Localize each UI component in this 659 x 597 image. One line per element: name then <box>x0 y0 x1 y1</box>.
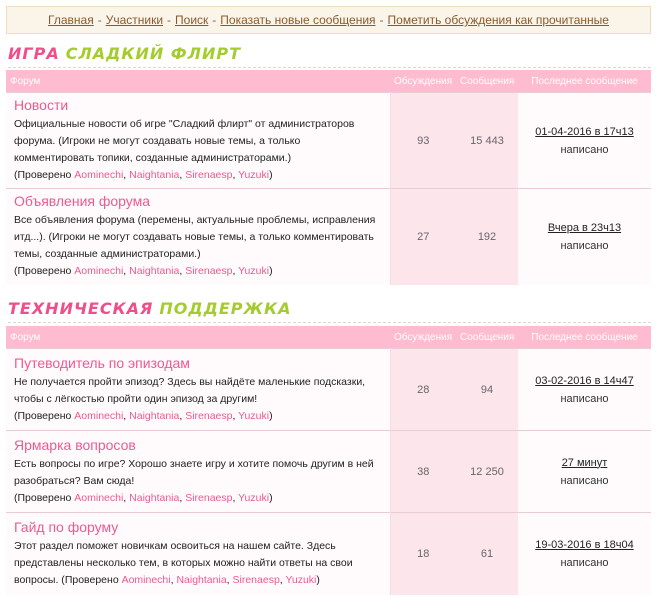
forum-title-link[interactable]: Гайд по форуму <box>14 519 384 535</box>
forum-table-game: Форум Обсуждения Сообщения Последнее соо… <box>6 70 651 285</box>
category-title-word2: поддержка <box>159 299 292 318</box>
category-title-support: Техническая поддержка <box>8 299 651 323</box>
forum-description: Официальные новости об игре "Сладкий фли… <box>14 118 355 181</box>
col-header-last: Последнее сообщение <box>518 326 651 349</box>
last-post-author-label: написано <box>560 556 609 569</box>
last-post: 03-02-2016 в 14ч47 написано <box>518 348 651 431</box>
nav-new-posts-link[interactable]: Показать новые сообщения <box>220 13 375 27</box>
forum-row: Объявления форума Все объявления форума … <box>6 188 651 285</box>
forum-info: Гайд по форуму Этот раздел поможет нович… <box>6 512 391 595</box>
forum-title-link[interactable]: Ярмарка вопросов <box>14 437 384 453</box>
forum-info: Ярмарка вопросов Есть вопросы по игре? Х… <box>6 430 391 513</box>
moderator-link[interactable]: Sirenaesp <box>185 492 232 504</box>
col-header-topics: Обсуждения <box>390 70 456 93</box>
forum-description: Не получается пройти эпизод? Здесь вы на… <box>14 375 366 422</box>
nav-search-link[interactable]: Поиск <box>175 13 208 27</box>
moderator-link[interactable]: Naightania <box>129 410 179 422</box>
nav-members-link[interactable]: Участники <box>106 13 163 27</box>
forum-description: Есть вопросы по игре? Хорошо знаете игру… <box>14 457 374 504</box>
last-post-link[interactable]: 19-03-2016 в 18ч04 <box>535 539 633 551</box>
forum-row: Путеводитель по эпизодам Не получается п… <box>6 348 651 431</box>
moderator-link[interactable]: Sirenaesp <box>185 169 232 181</box>
posts-count: 94 <box>456 348 518 431</box>
forum-title-link[interactable]: Объявления форума <box>14 193 384 209</box>
category-title-word2: Сладкий флирт <box>65 44 241 63</box>
moderator-link[interactable]: Yuzuki <box>238 265 269 277</box>
last-post-author-label: написано <box>560 392 609 405</box>
moderator-link[interactable]: Yuzuki <box>238 169 269 181</box>
moderator-link[interactable]: Sirenaesp <box>185 265 232 277</box>
last-post: 01-04-2016 в 17ч13 написано <box>518 92 651 189</box>
forum-info: Объявления форума Все объявления форума … <box>6 188 391 285</box>
last-post: Вчера в 23ч13 написано <box>518 188 651 285</box>
category-title-word1: Техническая <box>8 299 154 318</box>
forum-description: Все объявления форума (перемены, актуаль… <box>14 214 376 278</box>
moderator-link[interactable]: Sirenaesp <box>185 410 232 422</box>
nav-separator: - <box>212 13 217 27</box>
table-header-row: Форум Обсуждения Сообщения Последнее соо… <box>6 70 651 93</box>
moderator-link[interactable]: Aominechi <box>74 265 123 277</box>
forum-info: Новости Официальные новости об игре "Сла… <box>6 92 391 189</box>
forum-description: Этот раздел поможет новичкам освоиться н… <box>14 539 353 586</box>
forum-row: Гайд по форуму Этот раздел поможет нович… <box>6 512 651 595</box>
forum-info: Путеводитель по эпизодам Не получается п… <box>6 348 391 431</box>
topics-count: 18 <box>390 512 456 595</box>
moderator-link[interactable]: Yuzuki <box>238 492 269 504</box>
last-post-link[interactable]: Вчера в 23ч13 <box>548 222 621 234</box>
forum-table-support: Форум Обсуждения Сообщения Последнее соо… <box>6 326 651 595</box>
last-post-author-label: написано <box>560 143 609 156</box>
last-post-link[interactable]: 01-04-2016 в 17ч13 <box>535 126 633 138</box>
last-post-link[interactable]: 27 минут <box>562 457 608 469</box>
col-header-posts: Сообщения <box>456 70 518 93</box>
last-post-link[interactable]: 03-02-2016 в 14ч47 <box>535 375 633 387</box>
moderator-link[interactable]: Naightania <box>129 169 179 181</box>
forum-title-link[interactable]: Путеводитель по эпизодам <box>14 355 384 371</box>
moderator-link[interactable]: Sirenaesp <box>233 574 280 586</box>
col-header-forum: Форум <box>6 326 390 349</box>
last-post: 27 минут написано <box>518 430 651 513</box>
col-header-last: Последнее сообщение <box>518 70 651 93</box>
table-header-row: Форум Обсуждения Сообщения Последнее соо… <box>6 326 651 349</box>
posts-count: 61 <box>456 512 518 595</box>
category-title-word1: Игра <box>8 44 60 63</box>
moderator-link[interactable]: Naightania <box>129 492 179 504</box>
moderator-link[interactable]: Naightania <box>176 574 226 586</box>
topics-count: 27 <box>390 188 456 285</box>
forum-row: Новости Официальные новости об игре "Сла… <box>6 92 651 189</box>
last-post-author-label: написано <box>560 474 609 487</box>
moderator-link[interactable]: Naightania <box>129 265 179 277</box>
topics-count: 28 <box>390 348 456 431</box>
posts-count: 15 443 <box>456 92 518 189</box>
col-header-forum: Форум <box>6 70 390 93</box>
forum-title-link[interactable]: Новости <box>14 97 384 113</box>
nav-separator: - <box>167 13 172 27</box>
topics-count: 38 <box>390 430 456 513</box>
top-navigation: Главная - Участники - Поиск - Показать н… <box>6 6 651 34</box>
nav-home-link[interactable]: Главная <box>48 13 94 27</box>
posts-count: 12 250 <box>456 430 518 513</box>
moderator-link[interactable]: Aominechi <box>122 574 171 586</box>
posts-count: 192 <box>456 188 518 285</box>
moderator-link[interactable]: Aominechi <box>74 492 123 504</box>
category-title-game: Игра Сладкий флирт <box>8 44 651 68</box>
last-post-author-label: написано <box>560 239 609 252</box>
col-header-topics: Обсуждения <box>390 326 456 349</box>
moderator-link[interactable]: Yuzuki <box>285 574 316 586</box>
moderator-link[interactable]: Aominechi <box>74 410 123 422</box>
topics-count: 93 <box>390 92 456 189</box>
moderator-link[interactable]: Yuzuki <box>238 410 269 422</box>
last-post: 19-03-2016 в 18ч04 написано <box>518 512 651 595</box>
nav-mark-read-link[interactable]: Пометить обсуждения как прочитанные <box>388 13 609 27</box>
forum-row: Ярмарка вопросов Есть вопросы по игре? Х… <box>6 430 651 513</box>
nav-separator: - <box>379 13 384 27</box>
nav-separator: - <box>97 13 102 27</box>
col-header-posts: Сообщения <box>456 326 518 349</box>
moderator-link[interactable]: Aominechi <box>74 169 123 181</box>
